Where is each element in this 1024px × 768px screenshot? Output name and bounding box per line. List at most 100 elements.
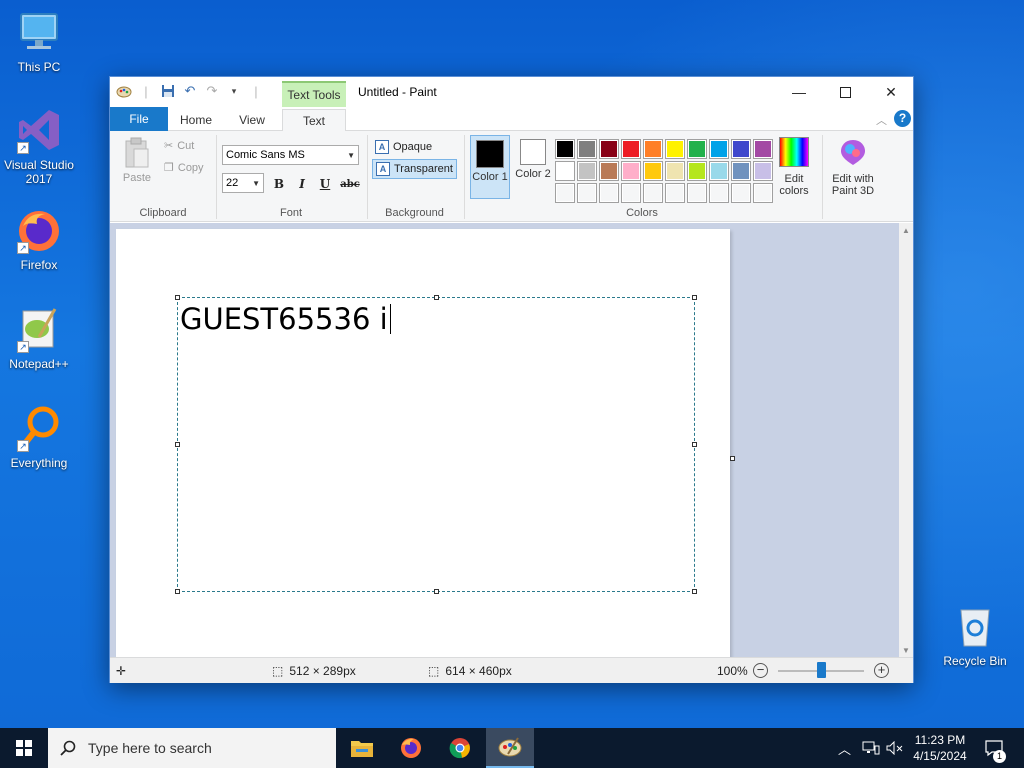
palette-swatch[interactable] xyxy=(577,161,597,181)
palette-swatch[interactable] xyxy=(709,183,729,203)
taskbar-search-box[interactable]: Type here to search xyxy=(48,728,336,768)
zoom-out-icon[interactable]: − xyxy=(753,663,768,678)
desktop-icon-this-pc[interactable]: This PC xyxy=(0,8,78,74)
palette-swatch[interactable] xyxy=(731,139,751,159)
resize-handle[interactable] xyxy=(692,295,697,300)
resize-handle[interactable] xyxy=(175,589,180,594)
desktop-icon-notepad-plus-plus[interactable]: ↗ Notepad++ xyxy=(0,305,78,371)
font-family-select[interactable]: Comic Sans MS ▼ xyxy=(222,145,359,165)
color1-button[interactable]: Color 1 xyxy=(470,135,510,199)
resize-handle[interactable] xyxy=(175,442,180,447)
taskbar-firefox[interactable] xyxy=(387,728,435,768)
desktop-icon-everything[interactable]: ↗ Everything xyxy=(0,404,78,470)
resize-handle[interactable] xyxy=(434,589,439,594)
selection-icon: ⬚ xyxy=(272,664,284,678)
minimize-button[interactable]: — xyxy=(776,77,822,107)
taskbar-paint[interactable] xyxy=(486,728,534,768)
vertical-scrollbar[interactable]: ▲ ▼ xyxy=(899,223,913,657)
palette-swatch[interactable] xyxy=(731,183,751,203)
taskbar-file-explorer[interactable] xyxy=(338,728,386,768)
opaque-icon: A xyxy=(375,140,389,154)
palette-swatch[interactable] xyxy=(709,161,729,181)
palette-swatch[interactable] xyxy=(665,139,685,159)
strikethrough-button[interactable]: abc xyxy=(339,175,361,193)
bold-button[interactable]: B xyxy=(270,175,288,193)
desktop-icon-firefox[interactable]: ↗ Firefox xyxy=(0,206,78,272)
transparent-icon: A xyxy=(376,162,390,176)
scroll-down-icon[interactable]: ▼ xyxy=(899,643,913,657)
save-icon[interactable] xyxy=(160,83,176,99)
font-size-value: 22 xyxy=(226,177,239,189)
paint-app-icon[interactable] xyxy=(116,83,132,99)
edit-colors-button[interactable]: Edit colors xyxy=(774,137,814,197)
close-button[interactable]: ✕ xyxy=(868,77,914,107)
network-icon[interactable] xyxy=(862,728,880,768)
copy-button[interactable]: ❐ Copy xyxy=(164,161,204,175)
underline-button[interactable]: U xyxy=(316,175,334,193)
palette-swatch[interactable] xyxy=(621,183,641,203)
palette-swatch[interactable] xyxy=(665,161,685,181)
scroll-up-icon[interactable]: ▲ xyxy=(899,223,913,237)
typed-text[interactable]: GUEST65536 i xyxy=(180,302,391,336)
tab-home[interactable]: Home xyxy=(172,109,220,131)
tab-text[interactable]: Text xyxy=(282,109,346,132)
volume-muted-icon[interactable] xyxy=(886,728,904,768)
undo-icon[interactable]: ↶ xyxy=(182,83,198,99)
palette-swatch[interactable] xyxy=(687,183,707,203)
collapse-ribbon-icon[interactable]: ︿ xyxy=(876,112,887,128)
resize-handle[interactable] xyxy=(692,442,697,447)
help-icon[interactable]: ? xyxy=(894,110,911,127)
palette-swatch[interactable] xyxy=(709,139,729,159)
cut-button[interactable]: ✂ Cut xyxy=(164,139,194,153)
text-box[interactable]: GUEST65536 i xyxy=(175,295,697,594)
taskbar-chrome[interactable] xyxy=(436,728,484,768)
palette-swatch[interactable] xyxy=(643,139,663,159)
palette-swatch[interactable] xyxy=(577,183,597,203)
palette-swatch[interactable] xyxy=(621,139,641,159)
palette-swatch[interactable] xyxy=(753,161,773,181)
palette-swatch[interactable] xyxy=(621,161,641,181)
palette-swatch[interactable] xyxy=(753,139,773,159)
tab-view[interactable]: View xyxy=(228,109,276,131)
canvas[interactable]: GUEST65536 i xyxy=(116,229,730,657)
zoom-in-icon[interactable]: + xyxy=(874,663,889,678)
customize-toolbar-icon[interactable]: ▾ xyxy=(226,83,242,99)
canvas-resize-handle[interactable] xyxy=(730,456,735,461)
palette-swatch[interactable] xyxy=(599,161,619,181)
copy-icon: ❐ xyxy=(164,162,174,174)
taskbar-clock[interactable]: 11:23 PM 4/15/2024 xyxy=(906,732,974,764)
palette-swatch[interactable] xyxy=(731,161,751,181)
transparent-button[interactable]: A Transparent xyxy=(372,159,457,179)
maximize-button[interactable] xyxy=(822,77,868,107)
color1-label: Color 1 xyxy=(472,171,508,183)
desktop-icon-recycle-bin[interactable]: Recycle Bin xyxy=(936,602,1014,668)
paste-button[interactable]: Paste xyxy=(122,137,152,184)
show-hidden-icons[interactable]: ︿ xyxy=(838,728,851,768)
palette-swatch[interactable] xyxy=(599,139,619,159)
palette-swatch[interactable] xyxy=(577,139,597,159)
palette-swatch[interactable] xyxy=(753,183,773,203)
palette-swatch[interactable] xyxy=(555,161,575,181)
palette-swatch[interactable] xyxy=(555,183,575,203)
palette-swatch[interactable] xyxy=(687,139,707,159)
desktop-icon-visual-studio[interactable]: ↗ Visual Studio 2017 xyxy=(0,106,78,186)
start-button[interactable] xyxy=(0,728,48,768)
palette-swatch[interactable] xyxy=(555,139,575,159)
tab-file[interactable]: File xyxy=(110,107,168,131)
resize-handle[interactable] xyxy=(692,589,697,594)
color2-button[interactable]: Color 2 xyxy=(513,135,553,199)
opaque-button[interactable]: A Opaque xyxy=(372,137,435,157)
palette-swatch[interactable] xyxy=(643,183,663,203)
palette-swatch[interactable] xyxy=(665,183,685,203)
edit-with-paint3d-button[interactable]: Edit with Paint 3D xyxy=(826,137,880,197)
resize-handle[interactable] xyxy=(175,295,180,300)
palette-swatch[interactable] xyxy=(687,161,707,181)
palette-swatch[interactable] xyxy=(599,183,619,203)
redo-icon[interactable]: ↷ xyxy=(204,83,220,99)
action-center-button[interactable]: 1 xyxy=(984,728,1006,768)
font-size-select[interactable]: 22 ▼ xyxy=(222,173,264,193)
palette-swatch[interactable] xyxy=(643,161,663,181)
resize-handle[interactable] xyxy=(434,295,439,300)
italic-button[interactable]: I xyxy=(293,175,311,193)
zoom-slider-thumb[interactable] xyxy=(817,662,826,678)
